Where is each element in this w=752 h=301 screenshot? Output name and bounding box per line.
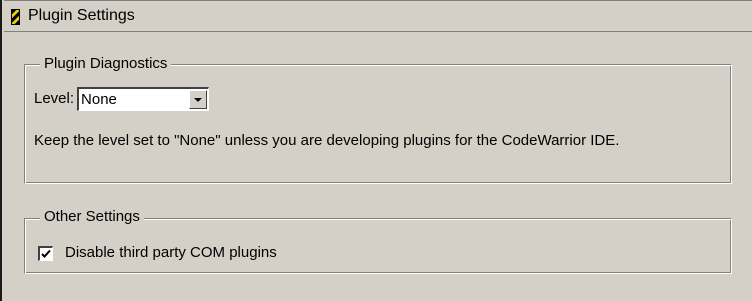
level-dropdown[interactable]: None [77,87,210,111]
chevron-down-icon [194,97,203,102]
level-row: Level: None [34,87,210,111]
plugin-diagnostics-title: Plugin Diagnostics [40,55,172,73]
other-settings-title: Other Settings [40,208,144,226]
level-description: Keep the level set to "None" unless you … [34,132,620,149]
panel-title: Plugin Settings [28,7,135,24]
level-dropdown-value: None [81,91,117,108]
level-dropdown-button[interactable] [189,90,208,109]
checkmark-icon [41,249,51,258]
panel-header: Plugin Settings [4,0,752,32]
plugin-diagnostics-group [24,64,732,184]
disable-com-plugins-checkbox[interactable] [38,245,53,261]
disable-com-plugins-label: Disable third party COM plugins [65,244,277,261]
level-label: Level: [34,90,75,107]
disable-com-plugins-row[interactable]: Disable third party COM plugins [38,243,277,263]
plugin-settings-panel: Plugin Settings Plugin Diagnostics Level… [0,0,752,301]
plugin-icon [11,9,20,25]
